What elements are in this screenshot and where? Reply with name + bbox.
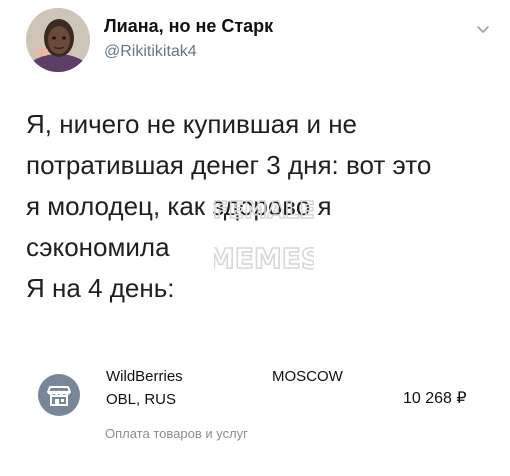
chevron-down-icon[interactable] xyxy=(476,22,490,36)
author-handle[interactable]: @Rikitikitak4 xyxy=(104,43,197,61)
merchant-name: WildBerries xyxy=(106,368,183,385)
merchant-location: OBL, RUS xyxy=(106,391,177,408)
tweet-text-main: Я, ничего не купившая и не потратившая д… xyxy=(26,109,432,262)
transaction-amount: 10 268 ₽ xyxy=(403,390,467,407)
merchant-city: MOSCOW xyxy=(272,368,343,385)
avatar-image xyxy=(26,8,90,72)
transaction-category: Оплата товаров и услуг xyxy=(105,426,248,441)
tweet-text-followup: Я на 4 день: xyxy=(26,273,175,303)
avatar[interactable] xyxy=(26,8,90,72)
tweet-text: Я, ничего не купившая и не потратившая д… xyxy=(26,104,496,309)
shop-icon xyxy=(38,374,80,416)
author-name[interactable]: Лиана, но не Старк xyxy=(104,16,273,37)
tweet-card: Лиана, но не Старк @Rikitikitak4 Я, ниче… xyxy=(0,0,510,476)
